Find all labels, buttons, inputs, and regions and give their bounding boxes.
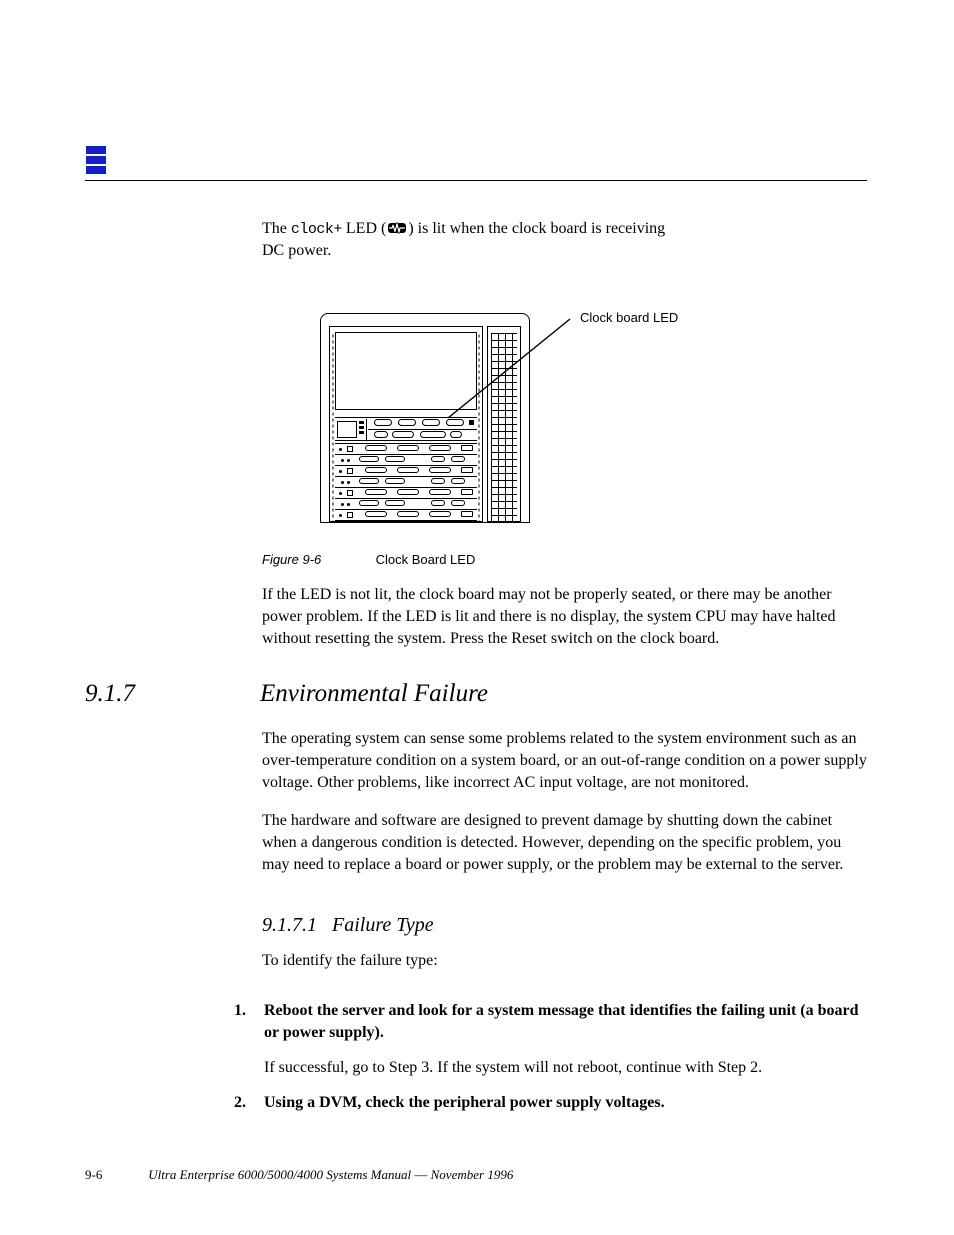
figure bbox=[320, 313, 530, 523]
heartbeat-icon bbox=[388, 221, 406, 235]
subsection-number-title: 9.1.7.1 Failure Type bbox=[262, 914, 434, 936]
header-rule bbox=[85, 180, 867, 181]
step-item: 2. Using a DVM, check the peripheral pow… bbox=[234, 1092, 869, 1114]
figure-number: Figure 9-6 bbox=[262, 552, 372, 567]
section-number: 9.1.7 bbox=[85, 680, 260, 708]
procedure-steps: 1. Reboot the server and look for a syst… bbox=[234, 1000, 869, 1127]
text: DC power. bbox=[262, 242, 331, 259]
body-paragraph: If the LED is not lit, the clock board m… bbox=[262, 584, 869, 666]
step-bold-text: Using a DVM, check the peripheral power … bbox=[264, 1094, 665, 1111]
doc-date: November 1996 bbox=[431, 1167, 514, 1182]
inline-code: clock+ bbox=[291, 221, 342, 238]
chapter-marker-icon bbox=[85, 145, 107, 175]
step-bold-text: Reboot the server and look for a system … bbox=[264, 1002, 859, 1041]
paragraph-text: To identify the failure type: bbox=[262, 952, 438, 969]
doc-separator: — bbox=[414, 1167, 427, 1182]
text: ) is lit when the clock board is receivi… bbox=[408, 220, 665, 237]
paragraph-text: If the LED is not lit, the clock board m… bbox=[262, 584, 869, 650]
callout-label: Clock board LED bbox=[580, 310, 678, 325]
subsection-body: To identify the failure type: bbox=[262, 950, 869, 972]
section-title: Environmental Failure bbox=[260, 680, 488, 707]
figure-title: Clock Board LED bbox=[376, 552, 476, 567]
figure-caption: Figure 9-6 Clock Board LED bbox=[262, 552, 475, 567]
paragraph-text: The hardware and software are designed t… bbox=[262, 810, 869, 876]
doc-title: Ultra Enterprise 6000/5000/4000 Systems … bbox=[148, 1167, 411, 1182]
step-number: 1. bbox=[234, 1000, 264, 1044]
chassis-illustration bbox=[320, 313, 530, 523]
paragraph-text: The operating system can sense some prob… bbox=[262, 728, 869, 794]
text: LED ( bbox=[342, 220, 386, 237]
step-note: If successful, go to Step 3. If the syst… bbox=[264, 1057, 869, 1079]
step-number: 2. bbox=[234, 1092, 264, 1114]
section-heading: 9.1.7Environmental Failure bbox=[85, 680, 488, 708]
text: The bbox=[262, 220, 291, 237]
page-number: 9-6 bbox=[85, 1167, 145, 1183]
page: The clock+ LED ( ) is lit when the clock … bbox=[0, 0, 954, 1235]
section-body: The operating system can sense some prob… bbox=[262, 728, 869, 892]
page-footer: 9-6 Ultra Enterprise 6000/5000/4000 Syst… bbox=[85, 1167, 869, 1183]
subsection-heading: 9.1.7.1 Failure Type bbox=[262, 914, 434, 937]
body-paragraph: The clock+ LED ( ) is lit when the clock … bbox=[262, 218, 869, 262]
step-item: 1. Reboot the server and look for a syst… bbox=[234, 1000, 869, 1044]
